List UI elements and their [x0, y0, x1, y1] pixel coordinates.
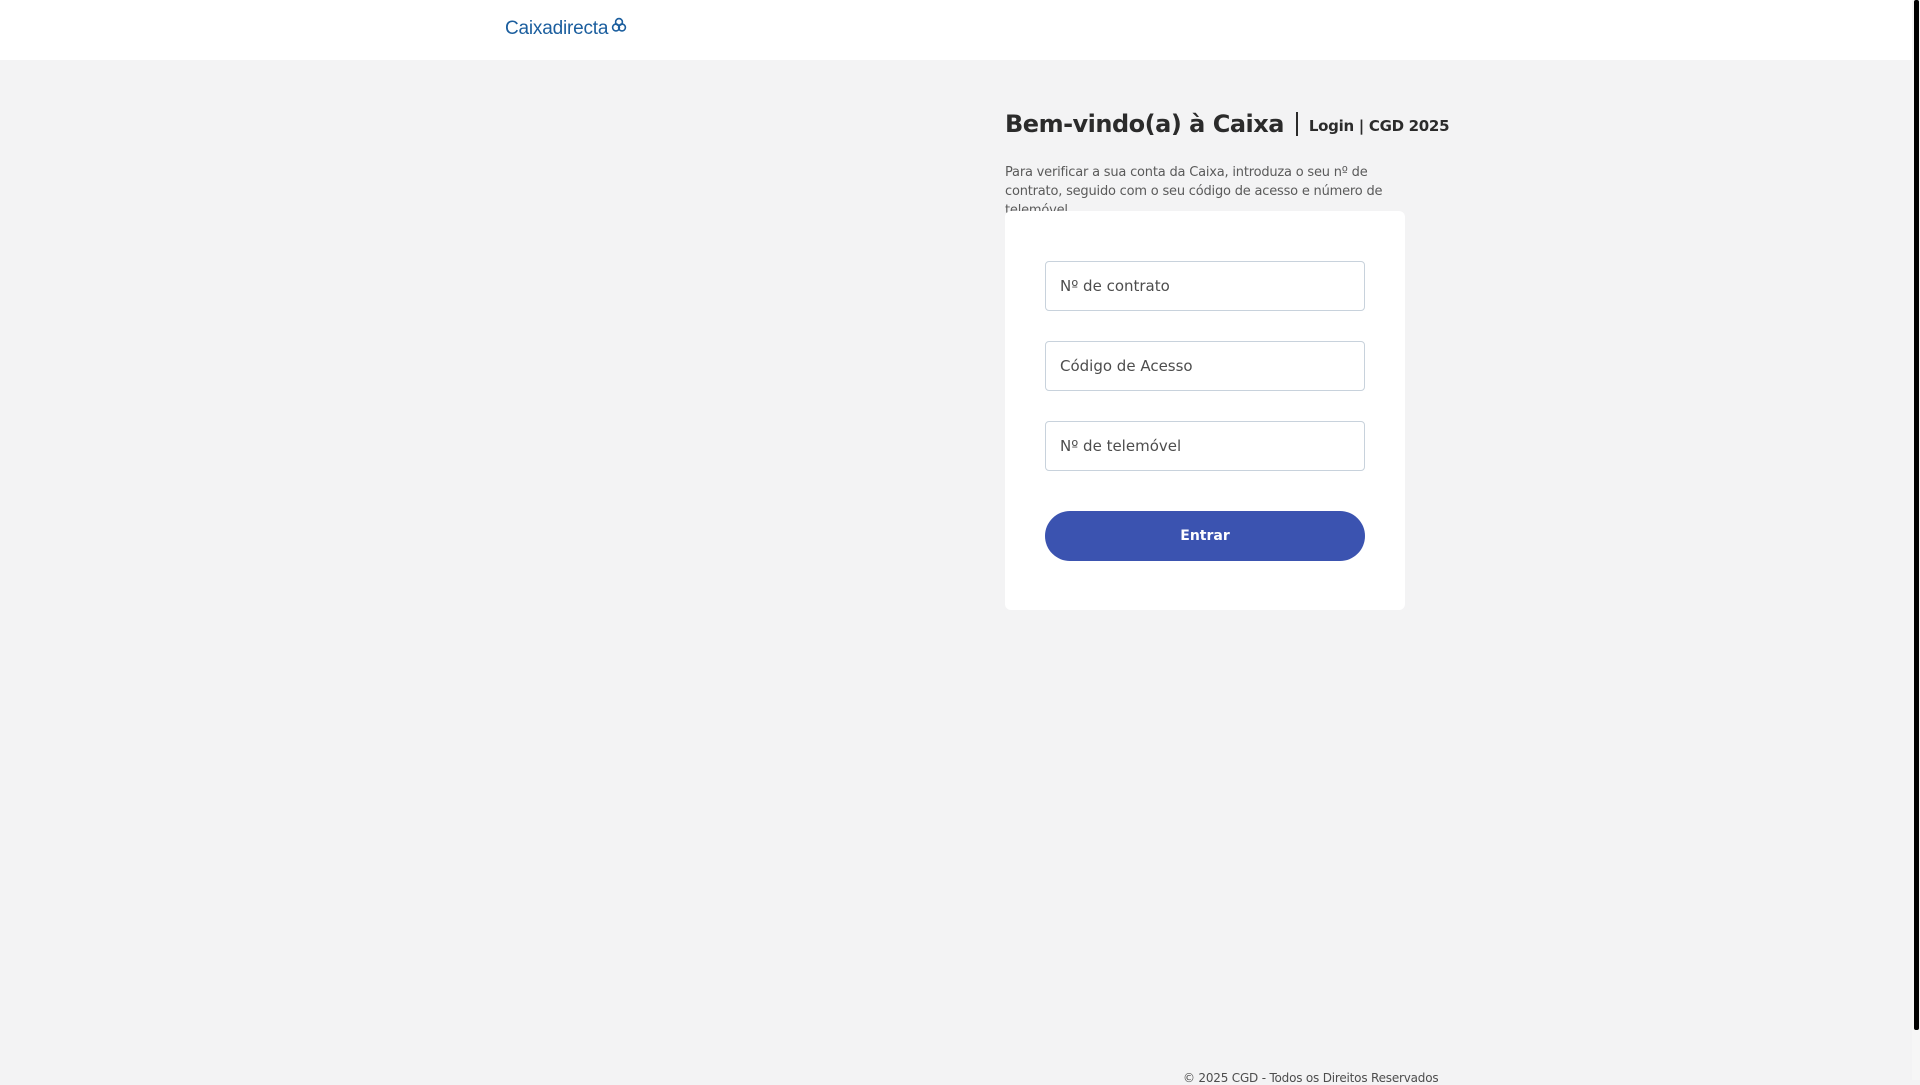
page-title: Bem-vindo(a) à Caixa [1005, 110, 1284, 138]
cgd-symbol-icon [612, 17, 627, 32]
page-heading: Bem-vindo(a) à Caixa Login | CGD 2025 [1005, 110, 1450, 138]
scrollbar-thumb[interactable] [1914, 0, 1919, 1030]
contract-number-input[interactable] [1045, 261, 1365, 311]
caixadirecta-logo[interactable]: Caixadirecta [505, 16, 627, 42]
top-bar: Caixadirecta [0, 0, 1912, 60]
vertical-scrollbar[interactable] [1912, 0, 1920, 1080]
footer-copyright: © 2025 CGD - Todos os Direitos Reservado… [1183, 1071, 1439, 1085]
logo-text: Caixadirecta [505, 18, 609, 39]
login-form-card: Entrar [1005, 211, 1405, 610]
title-divider [1295, 112, 1298, 136]
login-submit-button[interactable]: Entrar [1045, 511, 1365, 561]
phone-number-input[interactable] [1045, 421, 1365, 471]
page-subtitle: Login | CGD 2025 [1308, 117, 1450, 135]
access-code-input[interactable] [1045, 341, 1365, 391]
